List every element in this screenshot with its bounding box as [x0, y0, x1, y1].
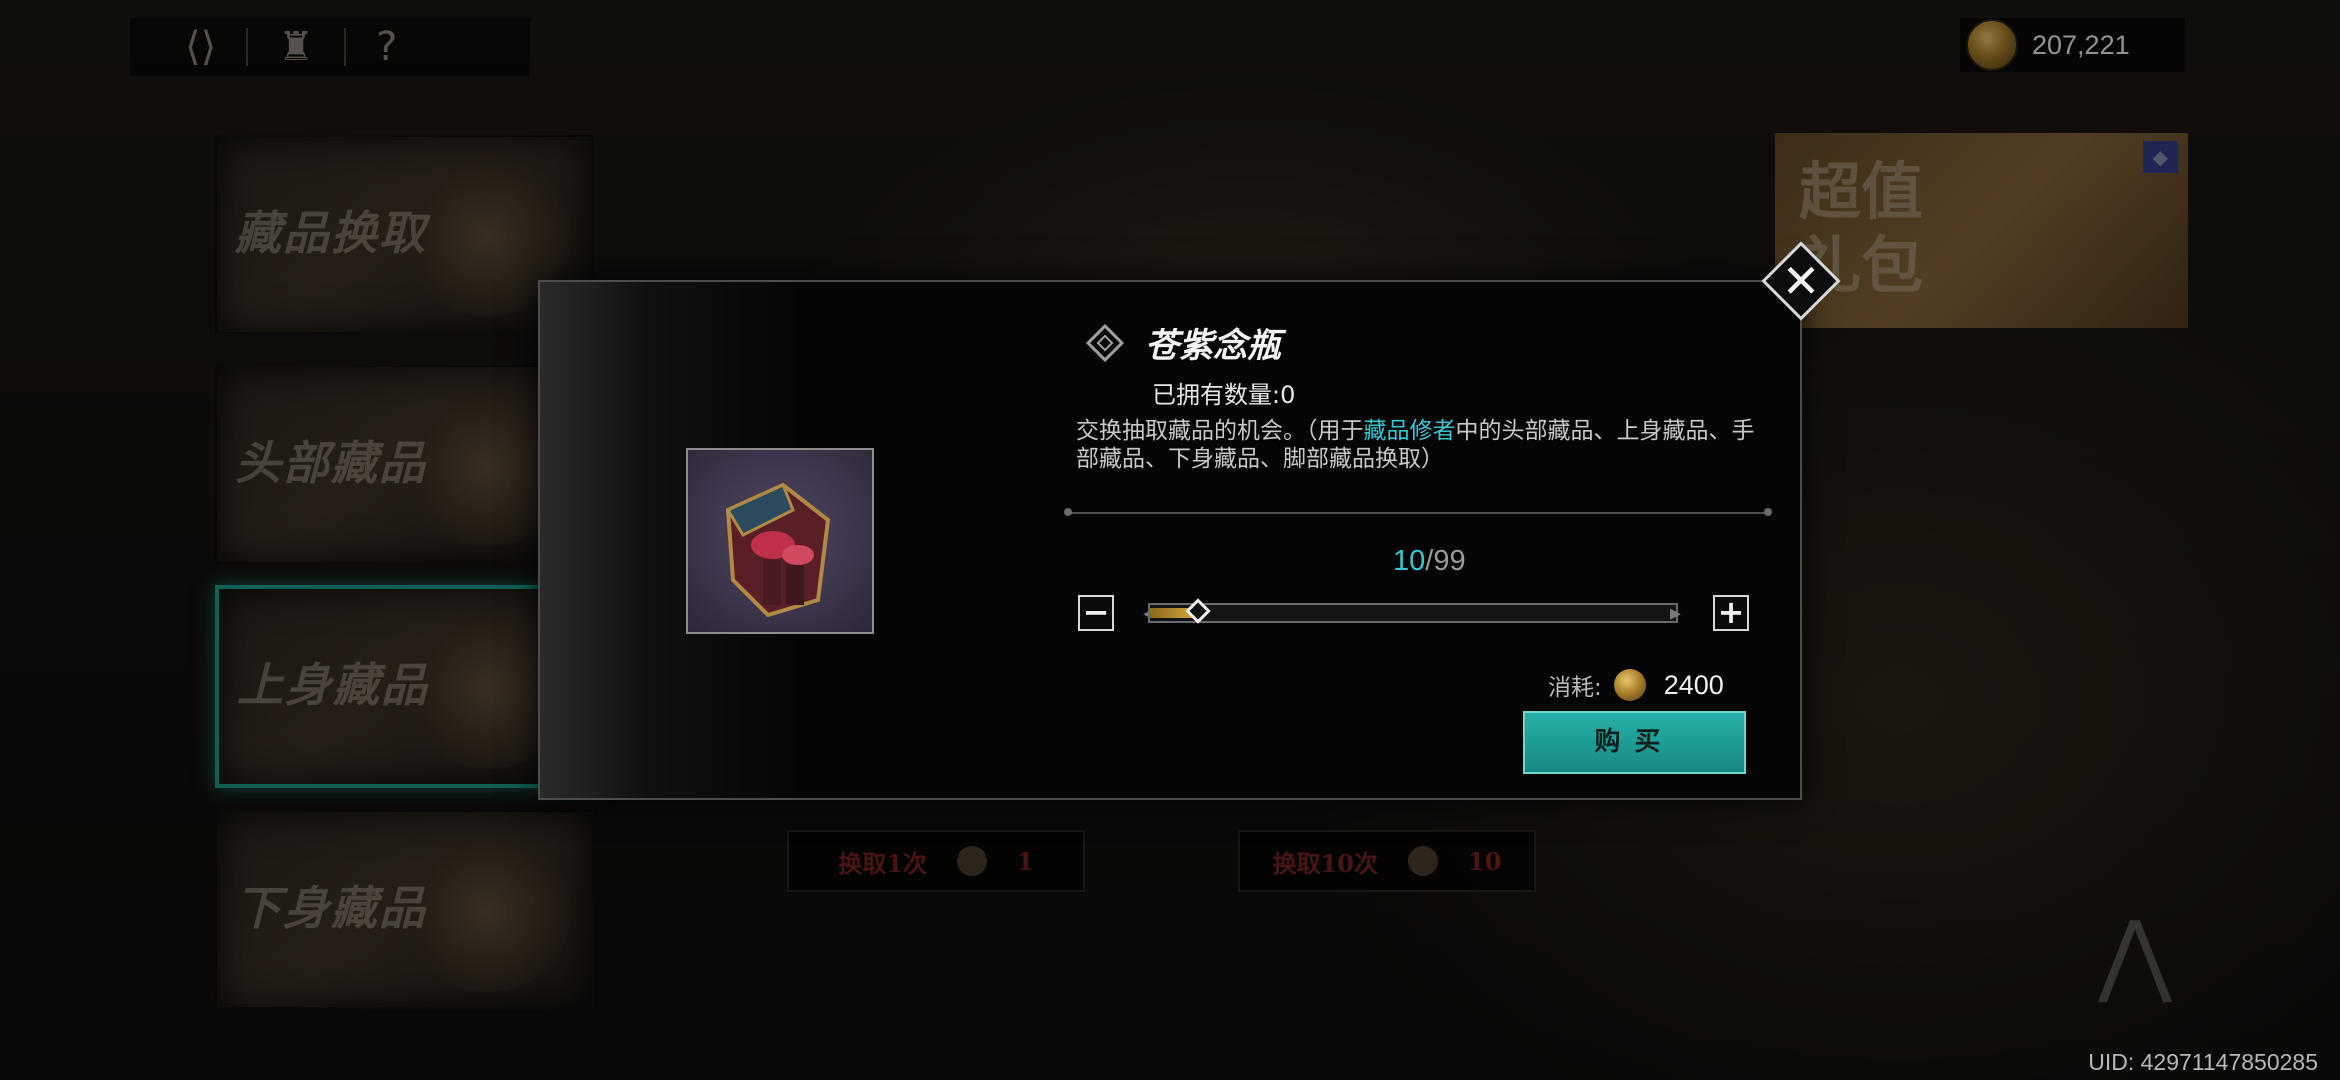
quantity-display: 10/99 [1393, 545, 1466, 577]
buy-button[interactable]: 购买 [1523, 711, 1746, 774]
slider-handle[interactable] [1183, 596, 1213, 626]
coin-icon [1613, 669, 1646, 701]
potion-case-icon [725, 482, 831, 618]
item-description: 交换抽取藏品的机会。（用于藏品修者中的头部藏品、上身藏品、手部藏品、下身藏品、脚… [1076, 418, 1755, 472]
item-name: 苍紫念瓶 [1145, 326, 1281, 366]
close-button[interactable]: ✕ [1758, 238, 1844, 324]
owned-count: 已拥有数量:0 [1152, 381, 1296, 409]
item-type-icon [1085, 323, 1125, 362]
collection-link[interactable]: 藏品修者 [1364, 418, 1456, 444]
uid-label: UID: 42971147850285 [2088, 1049, 2318, 1075]
quantity-slider[interactable] [1148, 598, 1678, 624]
cost-value: 2400 [1663, 669, 1724, 700]
item-header: 苍紫念瓶 [1085, 318, 1281, 367]
increase-button[interactable]: + [1713, 595, 1749, 631]
divider [1064, 508, 1772, 516]
slider-right-arrow-icon: ▸ [1670, 601, 1682, 626]
item-image [686, 448, 874, 634]
decrease-button[interactable]: − [1078, 595, 1114, 631]
close-icon: ✕ [1781, 254, 1821, 308]
cost-label: 消耗: [1548, 675, 1602, 701]
cost-row: 消耗: 2400 [1548, 668, 1724, 702]
